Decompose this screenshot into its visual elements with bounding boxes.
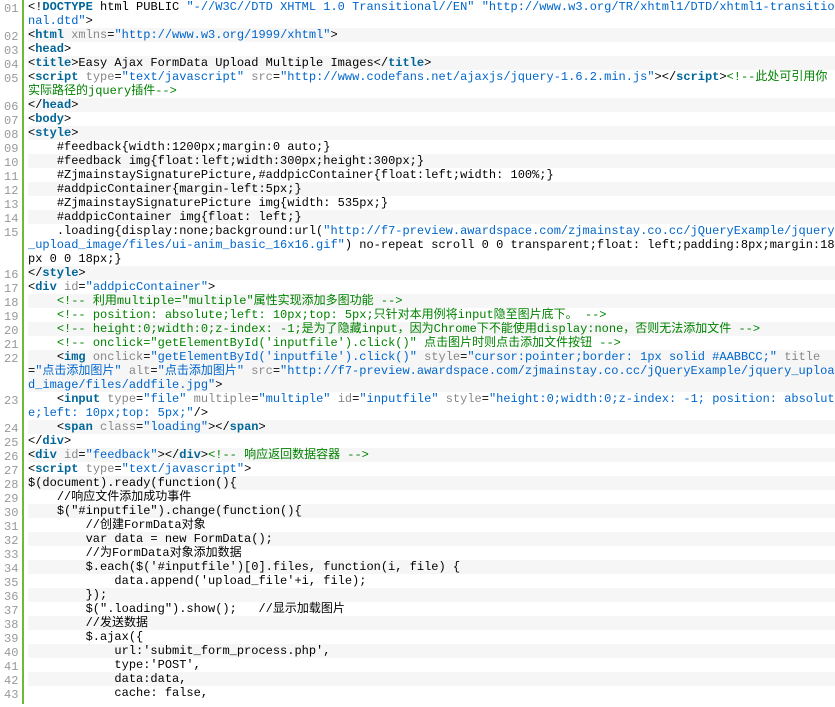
line-number: 16 — [4, 268, 15, 282]
code-line: <!-- onclick="getElementById('inputfile'… — [28, 336, 835, 350]
line-number-gutter: 0102030405060708091011121314151617181920… — [0, 0, 22, 704]
code-line: #feedback img{float:left;width:300px;hei… — [28, 154, 835, 168]
code-line: <!-- 利用multiple="multiple"属性实现添加多图功能 --> — [28, 294, 835, 308]
line-number: 17 — [4, 282, 15, 296]
line-number: 14 — [4, 212, 15, 226]
code-line: <div id="feedback"></div><!-- 响应返回数据容器 -… — [28, 448, 835, 462]
code-line: $.ajax({ — [28, 630, 835, 644]
line-number: 36 — [4, 590, 15, 604]
code-line: data:data, — [28, 672, 835, 686]
line-number: 01 — [4, 2, 15, 30]
line-number: 24 — [4, 422, 15, 436]
code-line: //为FormData对象添加数据 — [28, 546, 835, 560]
line-number: 23 — [4, 394, 15, 422]
code-line: </head> — [28, 98, 835, 112]
line-number: 08 — [4, 128, 15, 142]
code-line: $(document).ready(function(){ — [28, 476, 835, 490]
line-number: 21 — [4, 338, 15, 352]
line-number: 29 — [4, 492, 15, 506]
code-line: $("#inputfile").change(function(){ — [28, 504, 835, 518]
code-line: <!DOCTYPE html PUBLIC "-//W3C//DTD XHTML… — [28, 0, 835, 28]
line-number: 06 — [4, 100, 15, 114]
line-number: 15 — [4, 226, 15, 268]
code-line: <style> — [28, 126, 835, 140]
code-line: #ZjmainstaySignaturePicture,#addpicConta… — [28, 168, 835, 182]
code-content: <!DOCTYPE html PUBLIC "-//W3C//DTD XHTML… — [22, 0, 835, 704]
line-number: 30 — [4, 506, 15, 520]
line-number: 42 — [4, 674, 15, 688]
line-number: 39 — [4, 632, 15, 646]
code-line: #feedback{width:1200px;margin:0 auto;} — [28, 140, 835, 154]
code-line: <span class="loading"></span> — [28, 420, 835, 434]
line-number: 33 — [4, 548, 15, 562]
code-line: <script type="text/javascript" src="http… — [28, 70, 835, 98]
code-line: data.append('upload_file'+i, file); — [28, 574, 835, 588]
line-number: 41 — [4, 660, 15, 674]
line-number: 07 — [4, 114, 15, 128]
code-line: //响应文件添加成功事件 — [28, 490, 835, 504]
line-number: 10 — [4, 156, 15, 170]
line-number: 13 — [4, 198, 15, 212]
code-line: //发送数据 — [28, 616, 835, 630]
line-number: 43 — [4, 688, 15, 702]
code-line: <script type="text/javascript"> — [28, 462, 835, 476]
line-number: 31 — [4, 520, 15, 534]
line-number: 04 — [4, 58, 15, 72]
line-number: 28 — [4, 478, 15, 492]
line-number: 19 — [4, 310, 15, 324]
line-number: 32 — [4, 534, 15, 548]
code-line: <img onclick="getElementById('inputfile'… — [28, 350, 835, 392]
line-number: 11 — [4, 170, 15, 184]
code-line: #addpicContainer img{float: left;} — [28, 210, 835, 224]
line-number: 38 — [4, 618, 15, 632]
line-number: 22 — [4, 352, 15, 394]
line-number: 26 — [4, 450, 15, 464]
code-block: 0102030405060708091011121314151617181920… — [0, 0, 835, 704]
line-number: 35 — [4, 576, 15, 590]
code-line: <!-- position: absolute;left: 10px;top: … — [28, 308, 835, 322]
code-line: url:'submit_form_process.php', — [28, 644, 835, 658]
line-number: 18 — [4, 296, 15, 310]
code-line: $(".loading").show(); //显示加载图片 — [28, 602, 835, 616]
code-line: type:'POST', — [28, 658, 835, 672]
line-number: 20 — [4, 324, 15, 338]
line-number: 03 — [4, 44, 15, 58]
line-number: 40 — [4, 646, 15, 660]
line-number: 37 — [4, 604, 15, 618]
code-line: $.each($('#inputfile')[0].files, functio… — [28, 560, 835, 574]
code-line: <html xmlns="http://www.w3.org/1999/xhtm… — [28, 28, 835, 42]
code-line: </div> — [28, 434, 835, 448]
code-line: .loading{display:none;background:url("ht… — [28, 224, 835, 266]
code-line: <!-- height:0;width:0;z-index: -1;是为了隐藏i… — [28, 322, 835, 336]
line-number: 02 — [4, 30, 15, 44]
line-number: 09 — [4, 142, 15, 156]
code-line: }); — [28, 588, 835, 602]
code-line: <head> — [28, 42, 835, 56]
line-number: 12 — [4, 184, 15, 198]
line-number: 05 — [4, 72, 15, 100]
line-number: 25 — [4, 436, 15, 450]
line-number: 27 — [4, 464, 15, 478]
code-line: #ZjmainstaySignaturePicture img{width: 5… — [28, 196, 835, 210]
code-line: var data = new FormData(); — [28, 532, 835, 546]
line-number: 34 — [4, 562, 15, 576]
code-line: <title>Easy Ajax FormData Upload Multipl… — [28, 56, 835, 70]
code-line: <input type="file" multiple="multiple" i… — [28, 392, 835, 420]
code-line: //创建FormData对象 — [28, 518, 835, 532]
code-line: </style> — [28, 266, 835, 280]
code-line: cache: false, — [28, 686, 835, 700]
code-line: <body> — [28, 112, 835, 126]
code-line: #addpicContainer{margin-left:5px;} — [28, 182, 835, 196]
code-line: <div id="addpicContainer"> — [28, 280, 835, 294]
